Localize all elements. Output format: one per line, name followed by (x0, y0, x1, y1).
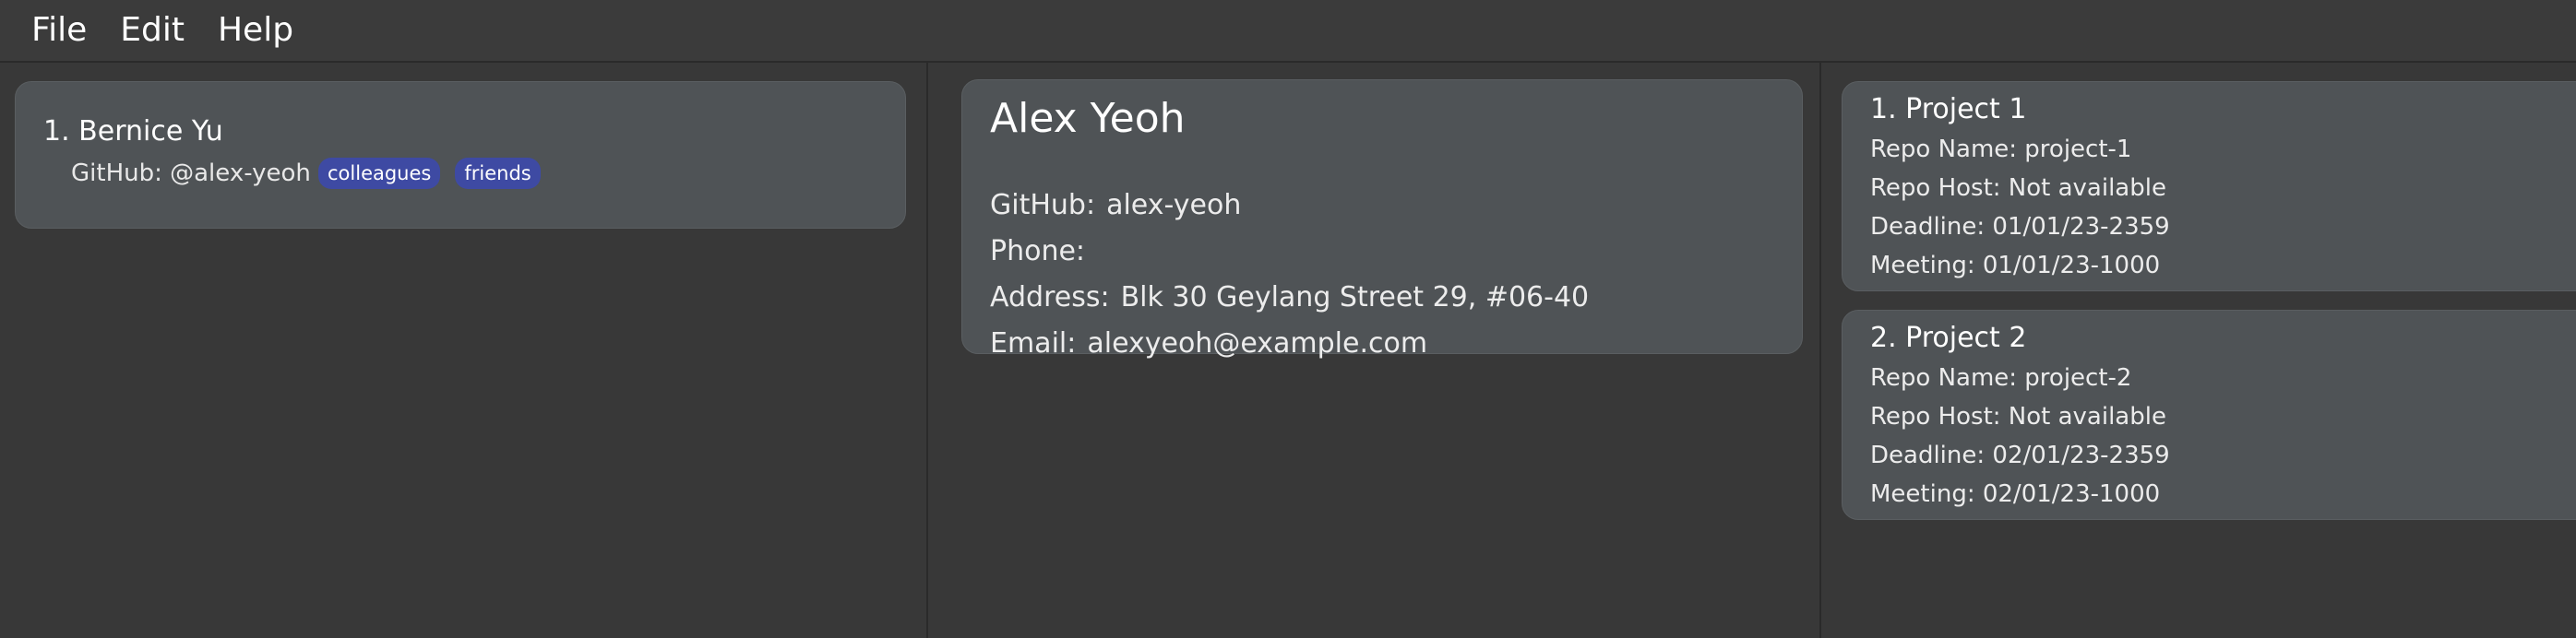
project-title: 1. Project 1 (1870, 93, 2027, 125)
project-deadline: Deadline: 01/01/23-2359 (1870, 213, 2170, 241)
person-detail-card: Alex Yeoh GitHub: alex-yeoh Phone: Addres… (961, 79, 1803, 360)
project-repo-name: Repo Name: project-2 (1870, 364, 2132, 392)
project-list-panel: 1. Project 1 Repo Name: project-1 Repo H… (1821, 63, 2576, 638)
person-name: 1. Bernice Yu (43, 115, 223, 148)
tag-badge: friends (455, 158, 541, 189)
tag-badge: colleagues (318, 158, 441, 189)
detail-email-label: Email: (990, 327, 1077, 360)
menu-file[interactable]: File (15, 0, 103, 61)
person-github: GitHub: @alex-yeoh (71, 160, 311, 187)
project-title: 2. Project 2 (1870, 322, 2027, 354)
menu-edit[interactable]: Edit (103, 0, 201, 61)
project-meeting: Meeting: 02/01/23-1000 (1870, 480, 2161, 508)
person-tags: colleagues friends (318, 158, 541, 189)
project-repo-host: Repo Host: Not available (1870, 403, 2166, 431)
app-window: File Edit Help 1. Bernice Yu GitHub: @al… (0, 0, 2576, 638)
project-list-item[interactable]: 2. Project 2 Repo Name: project-2 Repo H… (1842, 310, 2576, 520)
detail-email-value: alexyeoh@example.com (1087, 327, 1428, 360)
person-list-item[interactable]: 1. Bernice Yu GitHub: @alex-yeoh colleag… (15, 81, 906, 229)
menu-help[interactable]: Help (201, 0, 310, 61)
project-repo-name: Repo Name: project-1 (1870, 136, 2132, 163)
person-list-panel: 1. Bernice Yu GitHub: @alex-yeoh colleag… (0, 63, 926, 638)
detail-github-value: alex-yeoh (1106, 189, 1242, 221)
detail-phone-label: Phone: (990, 235, 1086, 267)
project-deadline: Deadline: 02/01/23-2359 (1870, 442, 2170, 469)
detail-email: Email: alexyeoh@example.com (990, 327, 1427, 360)
project-meeting: Meeting: 01/01/23-1000 (1870, 252, 2161, 279)
detail-address-value: Blk 30 Geylang Street 29, #06-40 (1120, 281, 1590, 313)
menu-bar: File Edit Help (0, 0, 2576, 63)
project-list-item[interactable]: 1. Project 1 Repo Name: project-1 Repo H… (1842, 81, 2576, 291)
project-repo-host: Repo Host: Not available (1870, 174, 2166, 202)
detail-name: Alex Yeoh (990, 95, 1186, 142)
detail-address: Address: Blk 30 Geylang Street 29, #06-40 (990, 281, 1589, 313)
person-detail-panel: Alex Yeoh GitHub: alex-yeoh Phone: Addres… (928, 63, 1819, 638)
detail-phone: Phone: (990, 235, 1096, 267)
detail-address-label: Address: (990, 281, 1110, 313)
detail-github-label: GitHub: (990, 189, 1096, 221)
detail-github: GitHub: alex-yeoh (990, 189, 1241, 221)
